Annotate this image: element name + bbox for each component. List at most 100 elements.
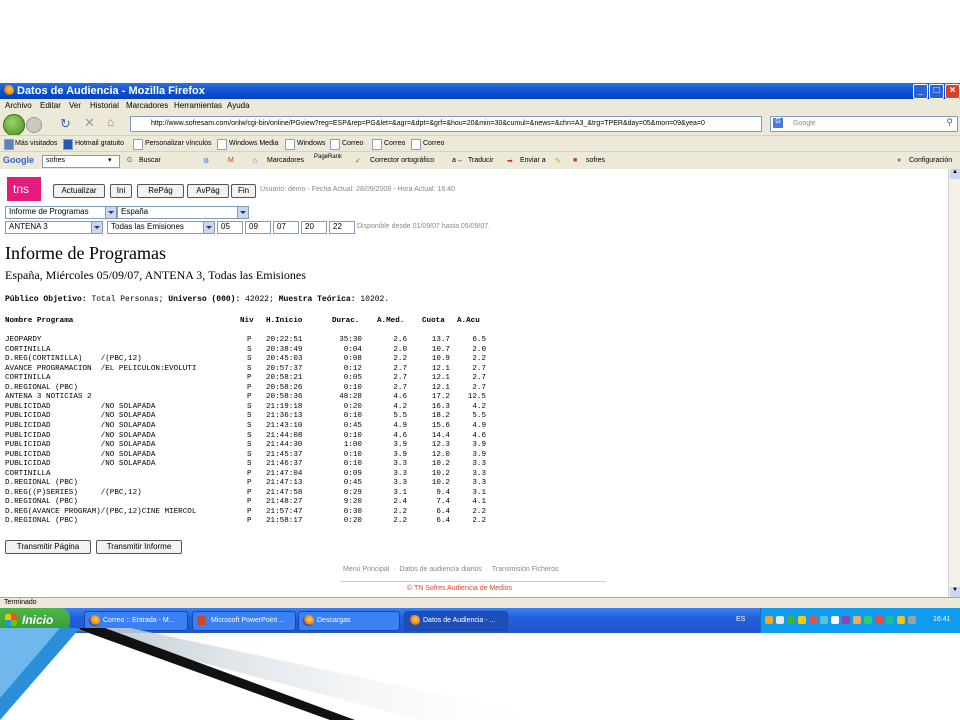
transmit-report-button[interactable]: Transmitir Informe bbox=[96, 540, 182, 554]
table-cell: 2.6 bbox=[393, 336, 407, 344]
highlight-icon[interactable]: ✎ bbox=[555, 157, 561, 165]
reload-icon[interactable]: ↻ bbox=[60, 116, 71, 132]
table-cell: 3.9 bbox=[472, 450, 486, 459]
enviar-button[interactable]: Enviar a bbox=[520, 157, 546, 164]
col-durac: Durac. bbox=[332, 317, 360, 325]
table-cell: 21:36:13 bbox=[266, 412, 303, 421]
configuracion-button[interactable]: Configuración bbox=[909, 157, 952, 164]
tray-icon[interactable] bbox=[842, 616, 850, 624]
target-key: Público Objetivo: bbox=[5, 295, 87, 304]
fin-button[interactable]: Fin bbox=[231, 184, 256, 198]
popup-icon[interactable]: ⚙ bbox=[203, 157, 209, 165]
send-icon[interactable]: ➡ bbox=[507, 157, 513, 165]
scroll-down-icon[interactable]: ▼ bbox=[950, 587, 960, 597]
tray-icon[interactable] bbox=[886, 616, 894, 624]
tray-icon[interactable] bbox=[908, 616, 916, 624]
tray-icon[interactable] bbox=[831, 616, 839, 624]
table-cell: 2.7 bbox=[472, 364, 486, 373]
report-select[interactable]: Informe de Programas bbox=[5, 206, 117, 219]
minimize-icon[interactable]: _ bbox=[913, 84, 928, 99]
tray-icon[interactable] bbox=[820, 616, 828, 624]
back-icon[interactable] bbox=[3, 114, 25, 136]
col-amed: A.Med. bbox=[377, 317, 405, 325]
bookmark-item[interactable]: Windows Media bbox=[229, 140, 278, 147]
year-field[interactable]: 07 bbox=[273, 221, 299, 234]
google-toolbar: Google sofres ▾ G Buscar ⚙ M ☆ Marcadore… bbox=[0, 151, 960, 170]
close-icon[interactable]: × bbox=[945, 84, 960, 99]
star-icon[interactable]: ☆ bbox=[252, 157, 258, 165]
url-input[interactable]: http://www.sofresam.com/onlw/cgi-bin/onl… bbox=[130, 116, 762, 132]
table-cell: 2.2 bbox=[393, 355, 407, 364]
col-nombre: Nombre Programa bbox=[5, 317, 74, 325]
bookmark-item[interactable]: Más visitados bbox=[15, 140, 57, 147]
bookmark-icon bbox=[217, 139, 227, 150]
tray-icon[interactable] bbox=[853, 616, 861, 624]
stop-icon[interactable]: ✕ bbox=[84, 115, 95, 131]
scrollbar[interactable]: ▲ ▼ bbox=[948, 169, 960, 597]
menu-historial[interactable]: Historial bbox=[90, 101, 119, 110]
magnifier-icon[interactable]: ⚲ bbox=[946, 117, 953, 128]
menu-archivo[interactable]: Archivo bbox=[5, 101, 32, 110]
gmail-icon[interactable]: M bbox=[228, 157, 234, 164]
tray-icon[interactable] bbox=[897, 616, 905, 624]
page-subtitle: España, Miércoles 05/09/07, ANTENA 3, To… bbox=[5, 268, 306, 282]
target-line: Público Objetivo: Total Personas; Univer… bbox=[5, 295, 389, 304]
table-row: PUBLICIDAD /NO SOLAPADA S 21:44:08 0:10 4.6 1… bbox=[0, 432, 948, 441]
menu-ver[interactable]: Ver bbox=[69, 101, 81, 110]
marcadores-button[interactable]: Marcadores bbox=[267, 157, 304, 164]
menu-marcadores[interactable]: Marcadores bbox=[126, 101, 168, 110]
corrector-button[interactable]: Corrector ortográfico bbox=[370, 157, 434, 164]
table-row: D.REGIONAL (PBC) P 21:48:27 9:20 2.4 7.4 4.1 bbox=[0, 498, 948, 507]
maximize-icon[interactable]: □ bbox=[929, 84, 944, 99]
status-text: Terminado bbox=[4, 599, 37, 606]
spellcheck-icon[interactable]: ✓ bbox=[355, 157, 361, 165]
day-field[interactable]: 05 bbox=[217, 221, 243, 234]
settings-icon[interactable]: ● bbox=[897, 157, 901, 164]
tray-icon[interactable] bbox=[875, 616, 883, 624]
sofres-button[interactable]: sofres bbox=[586, 157, 605, 164]
menu-editar[interactable]: Editar bbox=[40, 101, 61, 110]
table-cell: 4.9 bbox=[393, 421, 407, 430]
forward-icon[interactable] bbox=[26, 117, 42, 133]
avpag-button[interactable]: AvPág bbox=[187, 184, 229, 198]
dropdown-icon[interactable]: ▾ bbox=[108, 156, 112, 164]
minute-field[interactable]: 22 bbox=[329, 221, 355, 234]
month-field[interactable]: 09 bbox=[245, 221, 271, 234]
channel-select[interactable]: ANTENA 3 bbox=[5, 221, 103, 234]
region-select[interactable]: España bbox=[117, 206, 249, 219]
scroll-up-icon[interactable]: ▲ bbox=[950, 169, 960, 179]
tray-icon[interactable] bbox=[864, 616, 872, 624]
table-cell: 2.2 bbox=[472, 355, 486, 364]
menu-herramientas[interactable]: Herramientas bbox=[174, 101, 222, 110]
bookmark-item[interactable]: Correo bbox=[342, 140, 363, 147]
table-cell: 0:45 bbox=[343, 479, 362, 488]
traducir-button[interactable]: Traducir bbox=[468, 157, 493, 164]
table-cell: PUBLICIDAD /NO SOLAPADA bbox=[5, 460, 156, 469]
bookmark-item[interactable]: Correo bbox=[384, 140, 405, 147]
transmit-page-button[interactable]: Transmitir Página bbox=[5, 540, 91, 554]
table-cell: P bbox=[247, 517, 252, 526]
bookmark-item[interactable]: Correo bbox=[423, 140, 444, 147]
emissions-select[interactable]: Todas las Emisiones bbox=[107, 221, 215, 234]
footer-links[interactable]: Menú Principal · Datos de audiencia diar… bbox=[343, 566, 559, 573]
hour-field[interactable]: 20 bbox=[301, 221, 327, 234]
menu-ayuda[interactable]: Ayuda bbox=[227, 101, 250, 110]
repag-button[interactable]: RePág bbox=[137, 184, 184, 198]
bookmark-item[interactable]: Personalizar vínculos bbox=[145, 140, 212, 147]
bookmark-item[interactable]: Windows bbox=[297, 140, 325, 147]
bookmark-item[interactable]: Hotmail gratuito bbox=[75, 140, 124, 147]
language-indicator[interactable]: ES bbox=[736, 616, 745, 623]
translate-icon[interactable]: a→ bbox=[452, 157, 463, 164]
ini-button[interactable]: Ini bbox=[110, 184, 132, 198]
table-cell: 6.4 bbox=[436, 517, 450, 526]
universe-value: 42022; bbox=[245, 295, 274, 304]
tray-icon[interactable] bbox=[798, 616, 806, 624]
tray-icon[interactable] bbox=[765, 616, 773, 624]
home-icon[interactable]: ⌂ bbox=[107, 115, 114, 129]
actualizar-button[interactable]: Actualizar bbox=[53, 184, 105, 198]
search-input[interactable]: G Google ⚲ bbox=[770, 116, 958, 132]
tray-icon[interactable] bbox=[787, 616, 795, 624]
tray-icon[interactable] bbox=[809, 616, 817, 624]
buscar-button[interactable]: Buscar bbox=[139, 157, 161, 164]
tray-icon[interactable] bbox=[776, 616, 784, 624]
